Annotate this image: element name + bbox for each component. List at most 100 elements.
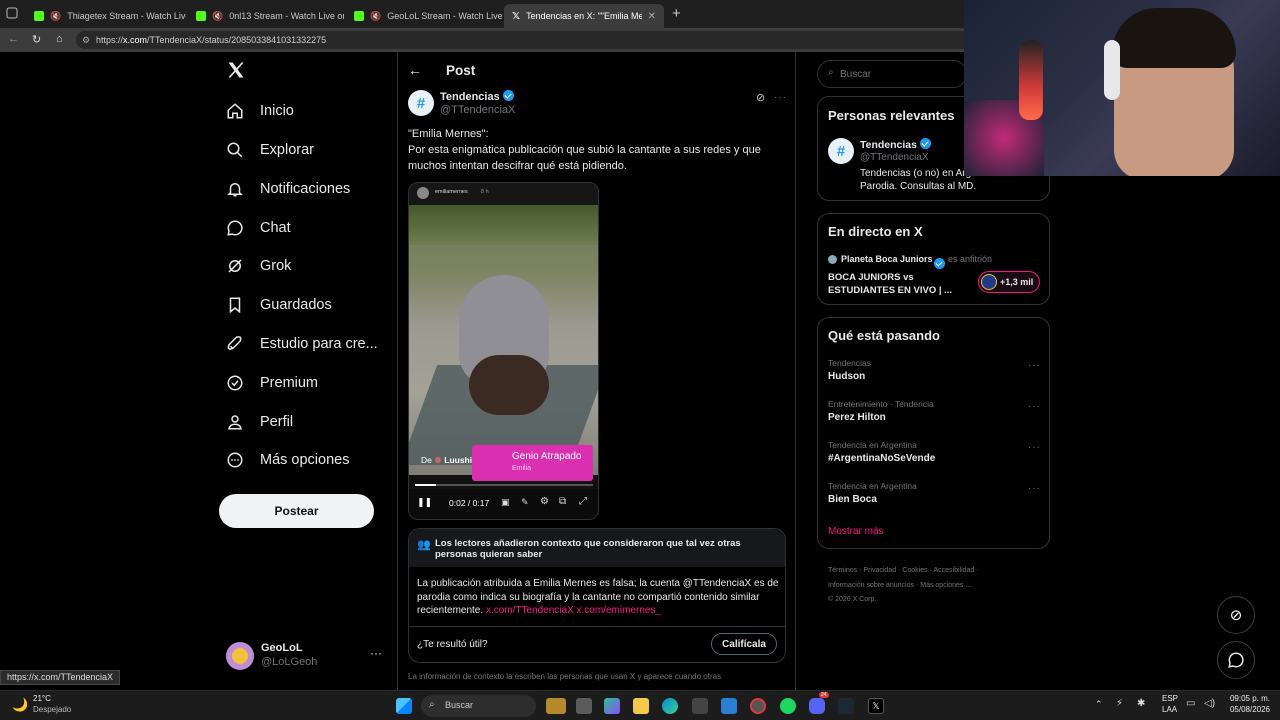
- show-more-link[interactable]: Mostrar más: [828, 526, 884, 537]
- lang-primary[interactable]: ESP: [1162, 694, 1178, 703]
- nav-premium[interactable]: Premium: [226, 371, 318, 395]
- pause-icon[interactable]: ❚❚: [417, 497, 432, 508]
- start-button[interactable]: [396, 698, 412, 714]
- bluetooth-icon[interactable]: ✱: [1137, 698, 1145, 709]
- mail-icon[interactable]: [721, 698, 737, 714]
- reload-icon[interactable]: ↻: [32, 33, 41, 46]
- url-field[interactable]: ⚙ https://x.com/TTendenciaX/status/20850…: [76, 31, 976, 49]
- account-switcher[interactable]: GeoLoL @LoLGeoh ···: [226, 640, 386, 676]
- footer-link[interactable]: Términos: [828, 567, 857, 574]
- x-app-icon[interactable]: 𝕏: [868, 698, 884, 714]
- nav-bookmarks[interactable]: Guardados: [226, 293, 332, 317]
- mute-icon[interactable]: ✎: [521, 497, 529, 508]
- discord-icon[interactable]: 24: [809, 692, 829, 714]
- trend-context: Entretenimiento · Tendencia: [828, 399, 934, 409]
- note-body: La publicación atribuida a Emilia Mernes…: [417, 577, 779, 618]
- more-dots-icon[interactable]: ···: [370, 646, 382, 660]
- nav-home[interactable]: Inicio: [226, 99, 294, 123]
- tab-0nl13[interactable]: 🔇 0nl13 Stream - Watch Live on ✕: [188, 4, 344, 28]
- footer-link[interactable]: Información sobre anuncios: [828, 582, 914, 589]
- trend-item[interactable]: Tendencia en Argentina #ArgentinaNoSeVen…: [818, 438, 1049, 478]
- nav-more-options[interactable]: Más opciones: [226, 448, 349, 472]
- note-title: Los lectores añadieron contexto que cons…: [435, 538, 741, 560]
- footer-link[interactable]: Más opciones ...: [920, 582, 971, 589]
- close-tab-icon[interactable]: ✕: [648, 11, 656, 22]
- live-listeners-pill[interactable]: +1,3 mil: [978, 271, 1040, 293]
- clock-time[interactable]: 09:05 p. m.: [1226, 694, 1270, 703]
- edge-icon[interactable]: [662, 698, 678, 714]
- author-avatar[interactable]: #: [408, 90, 434, 116]
- tab-tendencias[interactable]: 𝕏 Tendencias en X: ""Emilia Mernes" ✕: [504, 4, 664, 28]
- relevant-name-row[interactable]: Tendencias: [860, 138, 931, 151]
- more-dots-icon[interactable]: ···: [1028, 360, 1041, 371]
- weather-desc[interactable]: Despejado: [33, 705, 71, 714]
- task-view-icon[interactable]: [576, 698, 592, 714]
- search-input[interactable]: ⌕ Buscar: [817, 60, 967, 88]
- speaker-muted-icon[interactable]: 🔇: [212, 11, 223, 21]
- note-links[interactable]: x.com/TTendenciaX x.com/emimernes_: [486, 605, 661, 616]
- back-arrow-icon[interactable]: ←: [408, 62, 422, 78]
- trend-item[interactable]: Tendencias Hudson ···: [818, 356, 1049, 396]
- nav-explore[interactable]: Explorar: [226, 138, 314, 162]
- network-icon[interactable]: ⚡: [1116, 698, 1123, 709]
- back-arrow-icon[interactable]: ←: [8, 33, 19, 45]
- author-name-row[interactable]: Tendencias: [440, 90, 514, 103]
- pip-icon[interactable]: ⧉: [559, 496, 566, 507]
- more-dots-icon[interactable]: ···: [774, 92, 787, 103]
- volume-icon[interactable]: ◁): [1204, 698, 1215, 709]
- tab-thiagetex[interactable]: 🔇 Thiagetex Stream - Watch Live ✕: [26, 4, 186, 28]
- clock-date[interactable]: 05/08/2026: [1226, 705, 1270, 714]
- captions-icon[interactable]: ▣: [501, 497, 510, 508]
- taskbar-search[interactable]: ⌕ Buscar: [421, 695, 536, 717]
- more-dots-icon[interactable]: ···: [1028, 442, 1041, 453]
- nav-notifications[interactable]: Notificaciones: [226, 177, 350, 201]
- chat-float-button[interactable]: [1217, 641, 1255, 679]
- relevant-avatar[interactable]: #: [828, 138, 854, 164]
- tab-geolol[interactable]: 🔇 GeoLoL Stream - Watch Live o ✕: [346, 4, 502, 28]
- new-tab-button[interactable]: +: [672, 5, 681, 22]
- author-handle[interactable]: @TTendenciaX: [440, 104, 515, 116]
- widgets-icon[interactable]: [546, 698, 566, 714]
- tray-chevron-icon[interactable]: ⌃: [1095, 699, 1103, 710]
- obs-icon[interactable]: [750, 698, 766, 714]
- nav-creator-studio[interactable]: Estudio para cre...: [226, 332, 378, 356]
- video-player[interactable]: emiliamernes 8 h De Luushiiaanoo Genio A…: [408, 182, 599, 520]
- store-icon[interactable]: [692, 698, 708, 714]
- settings-gear-icon[interactable]: ⚙: [540, 496, 549, 507]
- home-icon[interactable]: ⌂: [56, 33, 63, 45]
- footer-link[interactable]: Privacidad: [863, 567, 896, 574]
- post-button[interactable]: Postear: [219, 494, 374, 528]
- copilot-icon[interactable]: [604, 698, 620, 714]
- tab-menu-icon[interactable]: [6, 7, 18, 22]
- rate-button[interactable]: Califícala: [711, 633, 777, 655]
- footer-link[interactable]: Accesibilidad: [933, 567, 974, 574]
- steam-icon[interactable]: [838, 698, 854, 714]
- footer-link[interactable]: Cookies: [902, 567, 927, 574]
- lang-secondary[interactable]: LAA: [1162, 705, 1177, 714]
- display-icon[interactable]: ▭: [1186, 698, 1195, 709]
- nav-chat[interactable]: Chat: [226, 216, 291, 240]
- nav-grok[interactable]: Grok: [226, 254, 291, 278]
- trend-item[interactable]: Entretenimiento · Tendencia Perez Hilton…: [818, 397, 1049, 437]
- verified-badge-icon: [934, 258, 945, 269]
- fullscreen-icon[interactable]: ⤢: [579, 496, 587, 507]
- rate-button-label: Califícala: [722, 638, 766, 650]
- live-event[interactable]: BOCA JUNIORS vs ESTUDIANTES EN VIVO | ..…: [828, 271, 968, 297]
- file-explorer-icon[interactable]: [633, 698, 649, 714]
- more-dots-icon[interactable]: ···: [1028, 401, 1041, 412]
- x-logo-icon[interactable]: [226, 60, 246, 85]
- speaker-muted-icon[interactable]: 🔇: [50, 11, 61, 21]
- video-progress-track[interactable]: [415, 484, 593, 486]
- speaker-muted-icon[interactable]: 🔇: [370, 11, 381, 21]
- site-info-icon[interactable]: ⚙: [82, 31, 90, 49]
- nav-profile[interactable]: Perfil: [226, 410, 293, 434]
- trend-item[interactable]: Tendencia en Argentina Bien Boca ···: [818, 479, 1049, 519]
- grok-icon[interactable]: ⊘: [756, 91, 765, 104]
- club-logo: [981, 274, 997, 290]
- weather-temp[interactable]: 21°C: [33, 694, 51, 703]
- spotify-icon[interactable]: [780, 698, 796, 714]
- grok-float-button[interactable]: ⊘: [1217, 596, 1255, 634]
- live-listeners: +1,3 mil: [1000, 277, 1034, 287]
- more-dots-icon[interactable]: ···: [1028, 483, 1041, 494]
- nav-label: Grok: [260, 258, 292, 274]
